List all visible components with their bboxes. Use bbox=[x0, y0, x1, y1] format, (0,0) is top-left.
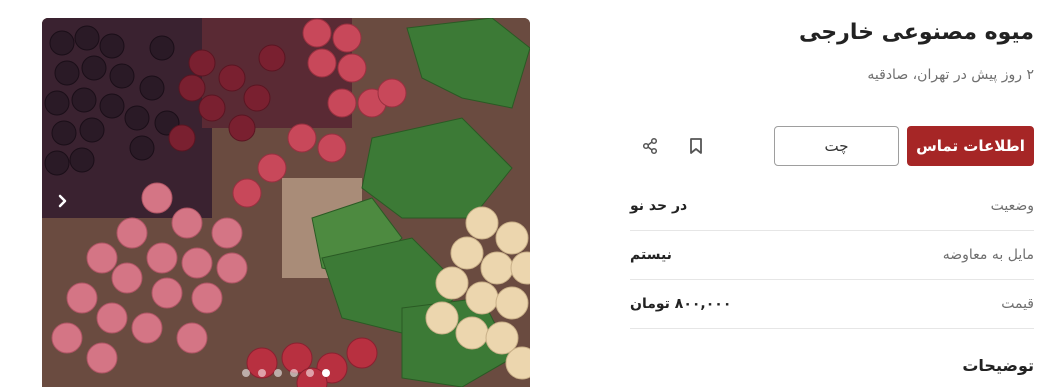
image-gallery[interactable] bbox=[42, 18, 530, 387]
listing-photo bbox=[42, 18, 530, 387]
contact-info-button[interactable]: اطلاعات تماس bbox=[907, 126, 1034, 166]
detail-row-exchange: مایل به معاوضه نیستم bbox=[630, 231, 1034, 280]
detail-row-price: قیمت ۸۰۰,۰۰۰ تومان bbox=[630, 280, 1034, 329]
share-icon bbox=[642, 137, 658, 155]
chat-button[interactable]: چت bbox=[774, 126, 899, 166]
gallery-next-arrow[interactable] bbox=[50, 188, 76, 214]
listing-subtitle: ۲ روز پیش در تهران، صادقیه bbox=[867, 67, 1034, 83]
detail-label: مایل به معاوضه bbox=[942, 247, 1034, 263]
details-list: وضعیت در حد نو مایل به معاوضه نیستم قیمت… bbox=[630, 182, 1034, 329]
description-heading: توضیحات bbox=[962, 356, 1034, 375]
gallery-dot[interactable] bbox=[306, 369, 314, 377]
detail-label: وضعیت bbox=[990, 198, 1034, 214]
listing-title: میوه مصنوعی خارجی bbox=[799, 20, 1034, 45]
bookmark-icon bbox=[690, 138, 702, 154]
action-bar: اطلاعات تماس چت bbox=[630, 126, 1034, 166]
detail-label: قیمت bbox=[1001, 296, 1034, 312]
gallery-dot-active[interactable] bbox=[322, 369, 330, 377]
share-button[interactable] bbox=[638, 134, 662, 158]
gallery-dot[interactable] bbox=[290, 369, 298, 377]
gallery-dot[interactable] bbox=[242, 369, 250, 377]
detail-value: در حد نو bbox=[630, 198, 688, 214]
detail-row-condition: وضعیت در حد نو bbox=[630, 182, 1034, 231]
detail-value: ۸۰۰,۰۰۰ تومان bbox=[630, 296, 732, 312]
chevron-right-icon bbox=[58, 194, 67, 208]
gallery-dot[interactable] bbox=[258, 369, 266, 377]
gallery-dots bbox=[42, 369, 530, 377]
detail-value: نیستم bbox=[630, 247, 672, 263]
bookmark-button[interactable] bbox=[684, 134, 708, 158]
gallery-dot[interactable] bbox=[274, 369, 282, 377]
